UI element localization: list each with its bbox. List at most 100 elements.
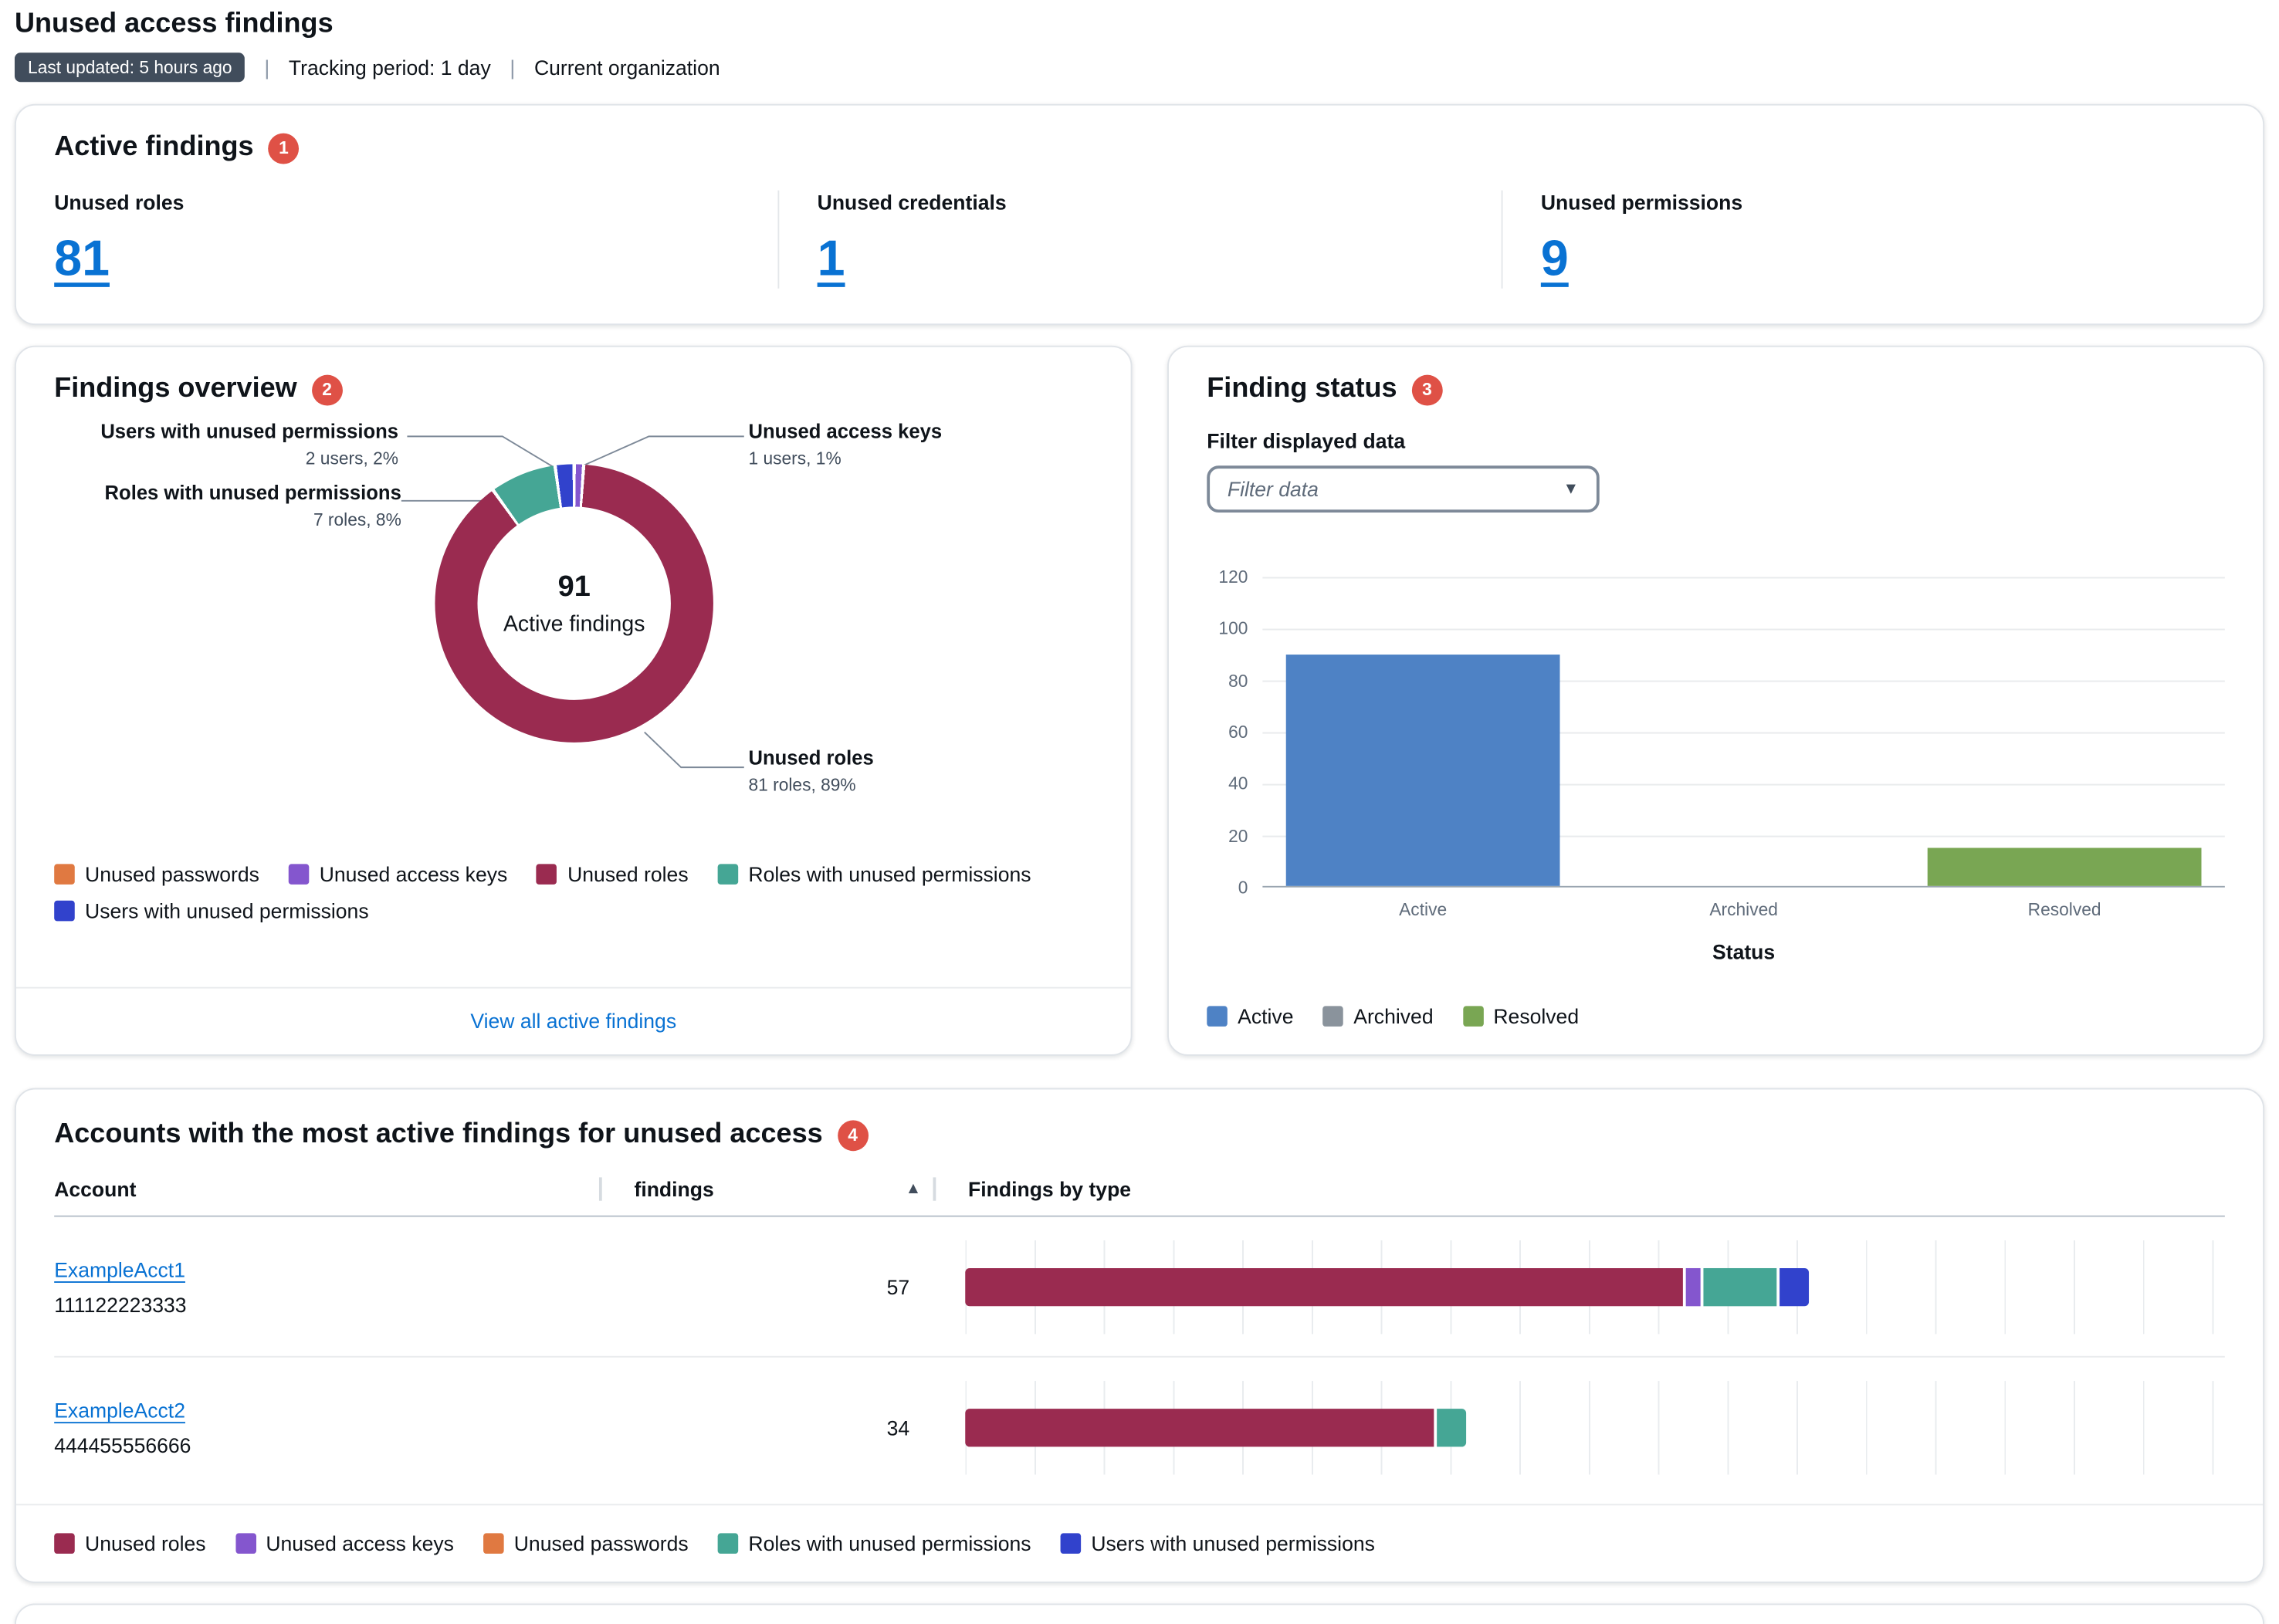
legend-label: Unused access keys: [320, 862, 508, 885]
hotspot-badge-1[interactable]: 1: [269, 133, 300, 164]
legend-swatch: [1322, 1006, 1343, 1027]
legend-item-unused-access-keys[interactable]: Unused access keys: [289, 862, 507, 885]
y-axis-tick: 60: [1228, 722, 1248, 743]
column-header-findings-by-type: Findings by type: [933, 1177, 2225, 1200]
bar-slot-resolved: [1904, 577, 2224, 885]
legend-label: Active: [1238, 1004, 1293, 1027]
hotspot-badge-2[interactable]: 2: [312, 374, 343, 405]
legend-item-unused-passwords[interactable]: Unused passwords: [483, 1531, 689, 1555]
account-link-exampleacct2[interactable]: ExampleAcct2: [54, 1399, 185, 1422]
bar-segment-unused-access-keys[interactable]: [1686, 1267, 1701, 1305]
legend-item-roles-with-unused-permissions[interactable]: Roles with unused permissions: [718, 862, 1031, 885]
legend-swatch: [54, 1533, 75, 1554]
legend-item-users-with-unused-permissions[interactable]: Users with unused permissions: [1060, 1531, 1374, 1555]
last-updated-badge: Last updated: 5 hours ago: [15, 52, 246, 82]
active-findings-card: Active findings 1 Unused roles 81 Unused…: [15, 104, 2264, 325]
y-axis-tick: 80: [1228, 670, 1248, 691]
account-id: 111122223333: [54, 1292, 599, 1315]
legend-swatch: [1463, 1006, 1484, 1027]
bar-segment-unused-roles[interactable]: [965, 1267, 1683, 1305]
finding-status-legend: Active Archived Resolved: [1207, 1004, 2225, 1027]
legend-item-unused-roles[interactable]: Unused roles: [54, 1531, 205, 1555]
unused-roles-count-link[interactable]: 81: [54, 232, 110, 289]
bar-active[interactable]: [1287, 655, 1559, 886]
unused-credentials-count-link[interactable]: 1: [818, 232, 845, 289]
legend-item-archived[interactable]: Archived: [1322, 1004, 1433, 1027]
callout-users-with-unused-permissions: Users with unused permissions 2 users, 2…: [100, 420, 398, 469]
active-findings-header: Active findings 1: [54, 132, 2225, 164]
callout-detail: 81 roles, 89%: [748, 775, 873, 796]
findings-overview-footer: View all active findings: [16, 963, 1131, 1054]
y-axis-tick: 40: [1228, 773, 1248, 794]
legend-item-active[interactable]: Active: [1207, 1004, 1293, 1027]
legend-item-unused-access-keys[interactable]: Unused access keys: [235, 1531, 454, 1555]
callout-label: Roles with unused permissions: [105, 482, 401, 503]
legend-label: Roles with unused permissions: [748, 862, 1031, 885]
accounts-table-header: Account findings ▲ Findings by type: [54, 1177, 2225, 1216]
bar-segment-users-with-unused-permissions[interactable]: [1780, 1267, 1809, 1305]
findings-overview-card: Findings overview 2 91 Active findings: [15, 346, 1133, 1056]
legend-swatch: [54, 901, 75, 922]
metric-unused-credentials: Unused credentials 1: [777, 191, 1501, 289]
legend-label: Users with unused permissions: [85, 899, 369, 922]
x-axis-title: Status: [1262, 940, 2224, 963]
legend-label: Roles with unused permissions: [748, 1531, 1031, 1555]
accounts-header: Accounts with the most active findings f…: [16, 1118, 2263, 1151]
x-axis-labels: Active Archived Resolved: [1262, 899, 2224, 920]
legend-swatch: [1060, 1533, 1081, 1554]
table-row: ExampleAcct2 444455556666 34: [54, 1358, 2225, 1498]
active-findings-metrics: Unused roles 81 Unused credentials 1 Unu…: [54, 191, 2225, 289]
legend-swatch: [289, 864, 310, 885]
column-header-account: Account: [54, 1177, 599, 1200]
callout-label: Users with unused permissions: [100, 420, 398, 442]
bar-segment-roles-with-unused-permissions[interactable]: [1703, 1267, 1776, 1305]
legend-swatch: [718, 1533, 739, 1554]
unused-permissions-count-link[interactable]: 9: [1541, 232, 1569, 289]
legend-item-unused-passwords[interactable]: Unused passwords: [54, 862, 259, 885]
legend-swatch: [54, 864, 75, 885]
callout-detail: 7 roles, 8%: [105, 509, 401, 530]
x-axis-tick-resolved: Resolved: [1904, 899, 2224, 920]
donut-ring[interactable]: 91 Active findings: [435, 464, 713, 742]
callout-detail: 1 users, 1%: [748, 448, 942, 469]
legend-label: Unused roles: [85, 1531, 206, 1555]
meta-separator: |: [510, 56, 515, 79]
stacked-bar-track: [965, 1381, 2225, 1474]
bar-resolved[interactable]: [1929, 848, 2201, 886]
sort-ascending-icon: ▲: [906, 1180, 922, 1198]
account-link-exampleacct1[interactable]: ExampleAcct1: [54, 1257, 185, 1281]
metric-label: Unused credentials: [818, 191, 1502, 214]
legend-item-roles-with-unused-permissions[interactable]: Roles with unused permissions: [718, 1531, 1031, 1555]
legend-swatch: [537, 864, 557, 885]
legend-label: Unused roles: [567, 862, 689, 885]
hotspot-badge-4[interactable]: 4: [838, 1119, 869, 1150]
donut-legend: Unused passwords Unused access keys Unus…: [16, 851, 1131, 922]
legend-item-resolved[interactable]: Resolved: [1463, 1004, 1580, 1027]
findings-overview-title: Findings overview: [54, 374, 296, 406]
scope-text: Current organization: [534, 56, 720, 79]
hotspot-badge-3[interactable]: 3: [1412, 374, 1443, 405]
accounts-card: Accounts with the most active findings f…: [15, 1088, 2264, 1583]
legend-item-users-with-unused-permissions[interactable]: Users with unused permissions: [54, 899, 368, 922]
caret-down-icon: ▼: [1563, 480, 1580, 498]
filter-data-placeholder: Filter data: [1228, 477, 1319, 500]
y-axis-tick: 120: [1218, 567, 1248, 587]
filter-data-select[interactable]: Filter data ▼: [1207, 465, 1599, 513]
y-axis-tick: 100: [1218, 618, 1248, 639]
finding-status-bar-chart: 120 100 80 60 40 20 0: [1207, 577, 2225, 887]
unused-access-findings-page: Unused access findings Last updated: 5 h…: [0, 0, 2279, 1624]
view-all-active-findings-link[interactable]: View all active findings: [470, 1009, 676, 1032]
tracking-period-text: Tracking period: 1 day: [289, 56, 491, 79]
finding-status-header: Finding status 3: [1207, 374, 2225, 406]
legend-item-unused-roles[interactable]: Unused roles: [537, 862, 688, 885]
findings-by-type-cell: [933, 1381, 2225, 1474]
callout-label: Unused roles: [748, 747, 873, 769]
partial-card: [15, 1603, 2264, 1624]
bar-segment-roles-with-unused-permissions[interactable]: [1437, 1409, 1466, 1446]
column-header-findings[interactable]: findings ▲: [599, 1177, 933, 1200]
metric-label: Unused permissions: [1541, 191, 2225, 214]
donut-center-label: Active findings: [503, 611, 645, 636]
findings-by-type-cell: [933, 1240, 2225, 1333]
bar-segment-unused-roles[interactable]: [965, 1409, 1434, 1446]
account-cell: ExampleAcct1 111122223333: [54, 1257, 599, 1316]
